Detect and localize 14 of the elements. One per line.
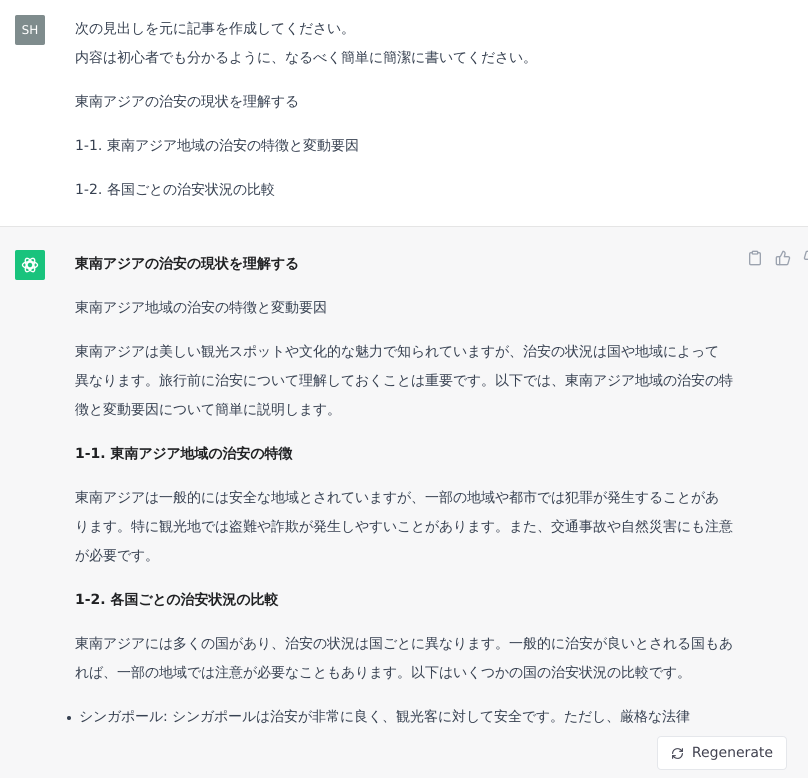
paragraph: 次の見出しを元に記事を作成してください。 内容は初心者でも分かるように、なるべく簡単に簡潔に書いてください。 <box>75 20 538 68</box>
section-heading: 1-1. 東南アジア地域の治安の特徴 <box>75 444 294 464</box>
paragraph: 東南アジアには多くの国があり、治安の状況は国ごとに異なります。一般的に治安が良いとされる国もあ れば、一部の地域では注意が必要なこともあります。以下はいくつかの国の治安状況の比較です。 <box>75 635 734 683</box>
section-heading: 1-2. 各国ごとの治安状況の比較 <box>75 590 280 610</box>
regenerate-button[interactable]: Regenerate <box>656 736 787 770</box>
paragraph: 1-2. 各国ごとの治安状況の比較 <box>75 181 276 200</box>
user-avatar: SH <box>15 15 45 45</box>
paragraph: 東南アジアは一般的には安全な地域とされていますが、一部の地域や都市では犯罪が発生することがあ ります。特に観光地では盗難や詐欺が発生しやすいことがあります。また、交通事故や自然災害にも注意 が必要です。 <box>75 489 734 566</box>
section-heading: 東南アジアの治安の現状を理解する <box>75 254 300 274</box>
paragraph: 1-1. 東南アジア地域の治安の特徴と変動要因 <box>75 137 360 156</box>
list-item: シンガポール: シンガポールは治安が非常に良く、観光客に対して安全です。ただし、厳格な法律 <box>79 708 690 727</box>
paragraph: 東南アジア地域の治安の特徴と変動要因 <box>75 299 328 318</box>
paragraph: 東南アジアは美しい観光スポットや文化的な魅力で知られていますが、治安の状況は国や地域によって 異なります。旅行前に治安について理解しておくことは重要です。以下では、東南アジア地域の治安の特 徴と変動要因について簡単に説明します。 <box>75 343 734 420</box>
paragraph: 東南アジアの治安の現状を理解する <box>75 93 300 112</box>
